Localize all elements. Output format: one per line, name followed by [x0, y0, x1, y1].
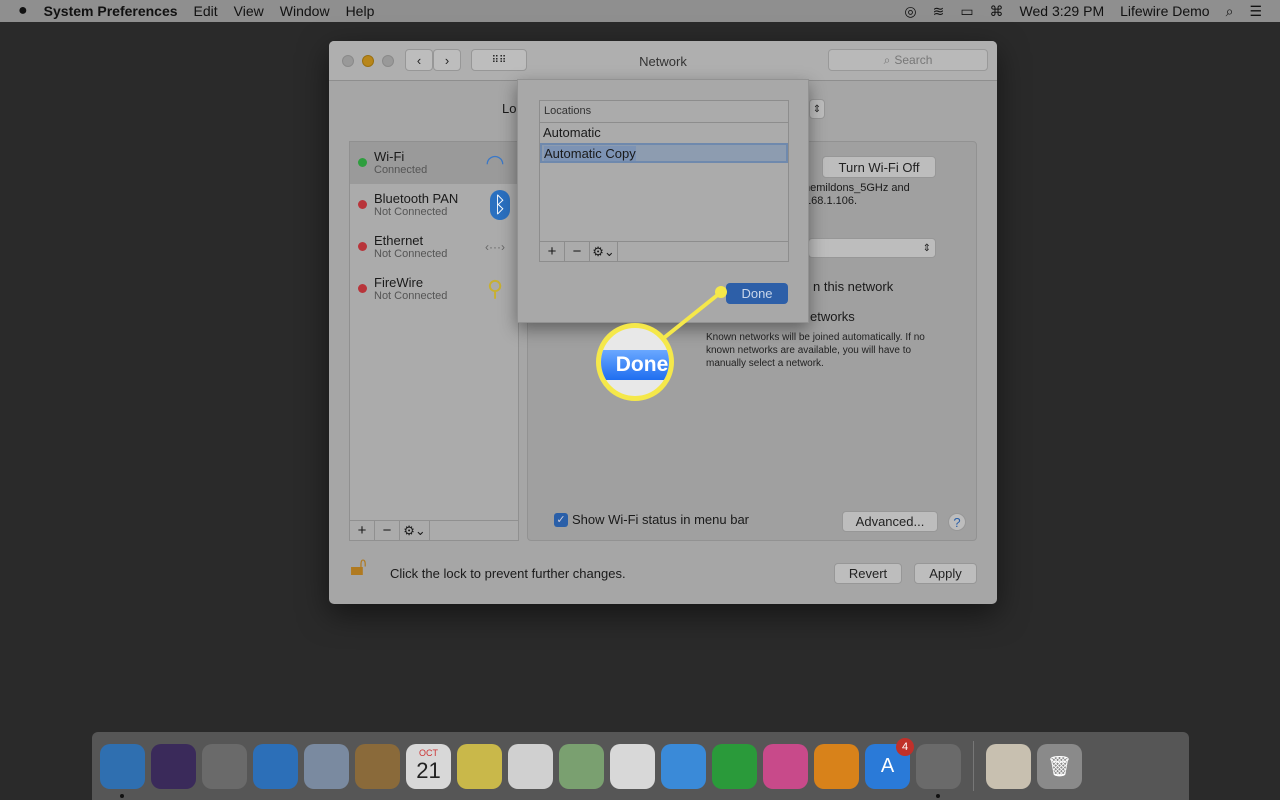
callout-done-label: Done — [601, 350, 669, 380]
dock-messages-icon[interactable] — [661, 743, 706, 789]
dock-separator — [973, 741, 974, 791]
running-indicator — [936, 793, 940, 798]
app-store-badge: 4 — [896, 737, 914, 756]
dock-finder-icon[interactable] — [100, 743, 145, 798]
dock-app-store-icon[interactable]: A4 — [865, 737, 914, 789]
done-callout-magnifier: Done — [596, 323, 674, 401]
dock-siri-icon[interactable] — [151, 743, 196, 789]
running-indicator — [120, 793, 124, 798]
dock: OCT 21 A 4 🗑︎ — [92, 732, 1189, 800]
dock-calendar-icon[interactable]: OCT 21 — [406, 743, 451, 789]
dock-maps-icon[interactable] — [559, 743, 604, 789]
dock-trash-icon[interactable]: 🗑︎ — [1037, 743, 1082, 789]
dock-reminders-icon[interactable] — [508, 743, 553, 789]
dock-itunes-icon[interactable] — [763, 743, 808, 789]
dock-notes-icon[interactable] — [457, 743, 502, 789]
dock-ibooks-icon[interactable] — [814, 743, 859, 789]
dock-photos-icon[interactable] — [610, 743, 655, 789]
dock-facetime-icon[interactable] — [712, 743, 757, 789]
dock-preview-stack-icon[interactable] — [986, 743, 1031, 789]
dock-launchpad-icon[interactable] — [202, 743, 247, 789]
calendar-month: OCT — [419, 748, 438, 758]
dock-mail-icon[interactable] — [304, 743, 349, 789]
calendar-day: 21 — [416, 758, 441, 783]
dock-system-preferences-icon[interactable] — [916, 743, 961, 798]
dock-contacts-icon[interactable] — [355, 743, 400, 789]
dock-safari-icon[interactable] — [253, 743, 298, 789]
